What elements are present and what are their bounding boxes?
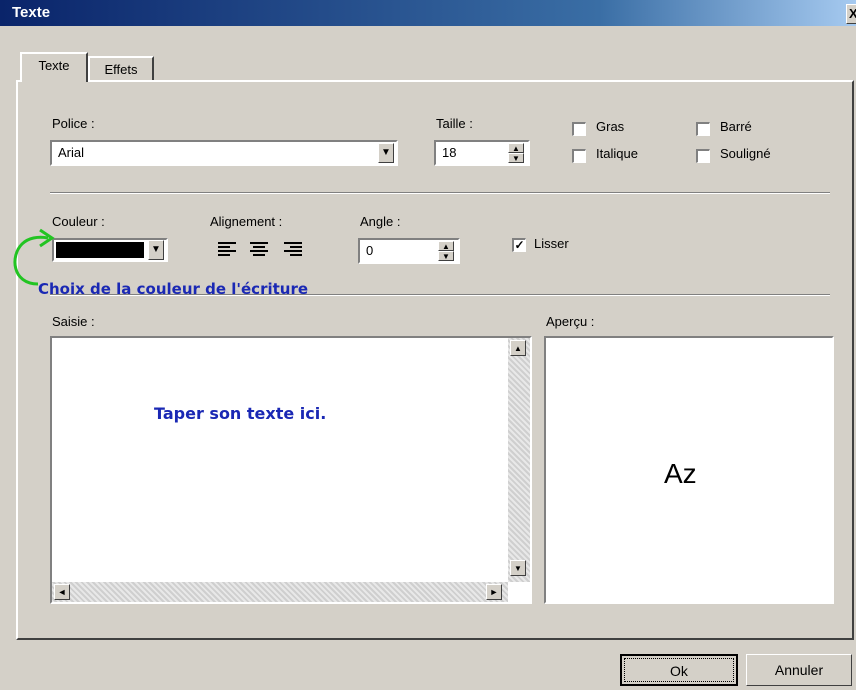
underline-checkbox[interactable]: [696, 149, 710, 163]
vertical-scrollbar[interactable]: ▲ ▼: [508, 338, 530, 582]
bold-checkbox[interactable]: [572, 122, 586, 136]
italic-checkbox[interactable]: [572, 149, 586, 163]
chevron-down-icon: ▼: [151, 244, 161, 255]
scroll-right-button[interactable]: ►: [486, 584, 502, 600]
arrow-down-icon: ▼: [514, 564, 522, 573]
ok-button[interactable]: Ok: [620, 654, 738, 686]
bold-label: Gras: [596, 119, 625, 134]
color-select[interactable]: ▼: [52, 238, 168, 262]
font-value: Arial: [58, 145, 85, 160]
strike-checkbox[interactable]: [696, 122, 710, 136]
size-label: Taille :: [436, 116, 473, 131]
align-center-icon[interactable]: [250, 242, 268, 258]
spin-down-icon: ▼: [442, 252, 450, 261]
underline-label: Souligné: [720, 146, 771, 161]
preview-area: Az: [544, 336, 834, 604]
separator: [50, 294, 830, 296]
font-dropdown-button[interactable]: ▼: [378, 143, 394, 163]
strike-label: Barré: [720, 119, 752, 134]
input-hint-annotation: Taper son texte ici.: [154, 404, 327, 423]
font-select[interactable]: Arial ▼: [50, 140, 398, 166]
scroll-up-button[interactable]: ▲: [510, 340, 526, 356]
font-label: Police :: [52, 116, 95, 131]
preview-sample: Az: [664, 458, 697, 489]
color-dropdown-button[interactable]: ▼: [148, 240, 164, 260]
arrow-left-icon: ◄: [57, 587, 67, 597]
separator: [50, 192, 830, 194]
size-input[interactable]: 18 ▲ ▼: [434, 140, 530, 166]
title-bar: Texte X: [0, 0, 856, 26]
scroll-left-button[interactable]: ◄: [54, 584, 70, 600]
angle-spin-up[interactable]: ▲: [438, 241, 454, 251]
text-input-area[interactable]: Taper son texte ici. ▲ ▼ ◄ ►: [50, 336, 532, 604]
tab-effets-label: Effets: [104, 62, 138, 77]
alignment-label: Alignement :: [210, 214, 283, 229]
size-spin-up[interactable]: ▲: [508, 143, 524, 153]
angle-label: Angle :: [360, 214, 401, 229]
tab-texte[interactable]: Texte: [20, 52, 88, 82]
size-spin-down[interactable]: ▼: [508, 153, 524, 163]
arrow-right-icon: ►: [489, 587, 499, 597]
window-title: Texte: [12, 4, 51, 21]
spin-down-icon: ▼: [512, 154, 520, 163]
smooth-label: Lisser: [534, 236, 569, 251]
tab-texte-label: Texte: [38, 58, 70, 73]
input-label: Saisie :: [52, 314, 95, 329]
horizontal-scrollbar[interactable]: ◄ ►: [52, 582, 508, 602]
align-left-icon[interactable]: [218, 242, 236, 258]
arrow-up-icon: ▲: [514, 344, 522, 353]
close-button[interactable]: X: [846, 4, 856, 24]
spin-up-icon: ▲: [512, 144, 520, 153]
tab-effets[interactable]: Effets: [88, 56, 154, 82]
cancel-button[interactable]: Annuler: [746, 654, 852, 686]
angle-input[interactable]: 0 ▲ ▼: [358, 238, 460, 264]
angle-spin-down[interactable]: ▼: [438, 251, 454, 261]
color-swatch: [56, 242, 144, 258]
preview-label: Aperçu :: [546, 314, 595, 329]
chevron-down-icon: ▼: [381, 147, 391, 158]
check-icon: ✓: [514, 238, 525, 252]
spin-up-icon: ▲: [442, 242, 450, 251]
smooth-checkbox[interactable]: ✓: [512, 238, 526, 252]
italic-label: Italique: [596, 146, 638, 161]
scroll-down-button[interactable]: ▼: [510, 560, 526, 576]
align-right-icon[interactable]: [284, 242, 302, 258]
size-value: 18: [442, 145, 457, 160]
angle-value: 0: [366, 243, 374, 258]
